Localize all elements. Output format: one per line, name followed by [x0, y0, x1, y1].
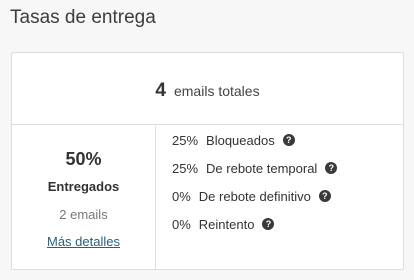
stat-percent: 25%: [172, 132, 199, 148]
stat-percent: 25%: [172, 160, 199, 176]
page-title: Tasas de entrega: [10, 7, 156, 28]
delivered-count: 2 emails: [59, 207, 108, 222]
help-icon[interactable]: ?: [282, 134, 295, 146]
stat-label: Reintento: [198, 216, 255, 232]
delivered-label: Entregados: [47, 179, 120, 194]
delivery-rates-page: Tasas de entrega 4 emails totales 50% En…: [0, 0, 414, 280]
stat-percent: 0%: [172, 216, 191, 232]
help-icon[interactable]: ?: [325, 162, 338, 174]
help-icon[interactable]: ?: [318, 190, 331, 202]
help-icon[interactable]: ?: [262, 218, 275, 230]
stats-panel: 25% Bloqueados ? 25% De rebote temporal …: [156, 126, 403, 269]
stat-label: De rebote temporal: [206, 160, 318, 176]
total-emails-row: 4 emails totales: [12, 53, 403, 125]
stat-row-hard-bounce: 0% De rebote definitivo ?: [172, 186, 331, 206]
delivery-rates-card: 4 emails totales 50% Entregados 2 emails…: [11, 52, 404, 270]
more-details-link[interactable]: Más detalles: [12, 234, 155, 249]
stat-row-retry: 0% Reintento ?: [172, 214, 275, 234]
total-emails-label: emails totales: [173, 82, 260, 99]
total-emails-count: 4: [155, 79, 166, 101]
stat-label: De rebote definitivo: [198, 188, 311, 204]
stat-row-blocked: 25% Bloqueados ?: [172, 130, 295, 150]
stat-label: Bloqueados: [206, 132, 275, 148]
delivered-percent: 50%: [65, 149, 102, 169]
delivered-panel: 50% Entregados 2 emails Más detalles: [12, 126, 156, 269]
stat-row-soft-bounce: 25% De rebote temporal ?: [172, 158, 338, 178]
stat-percent: 0%: [172, 188, 191, 204]
